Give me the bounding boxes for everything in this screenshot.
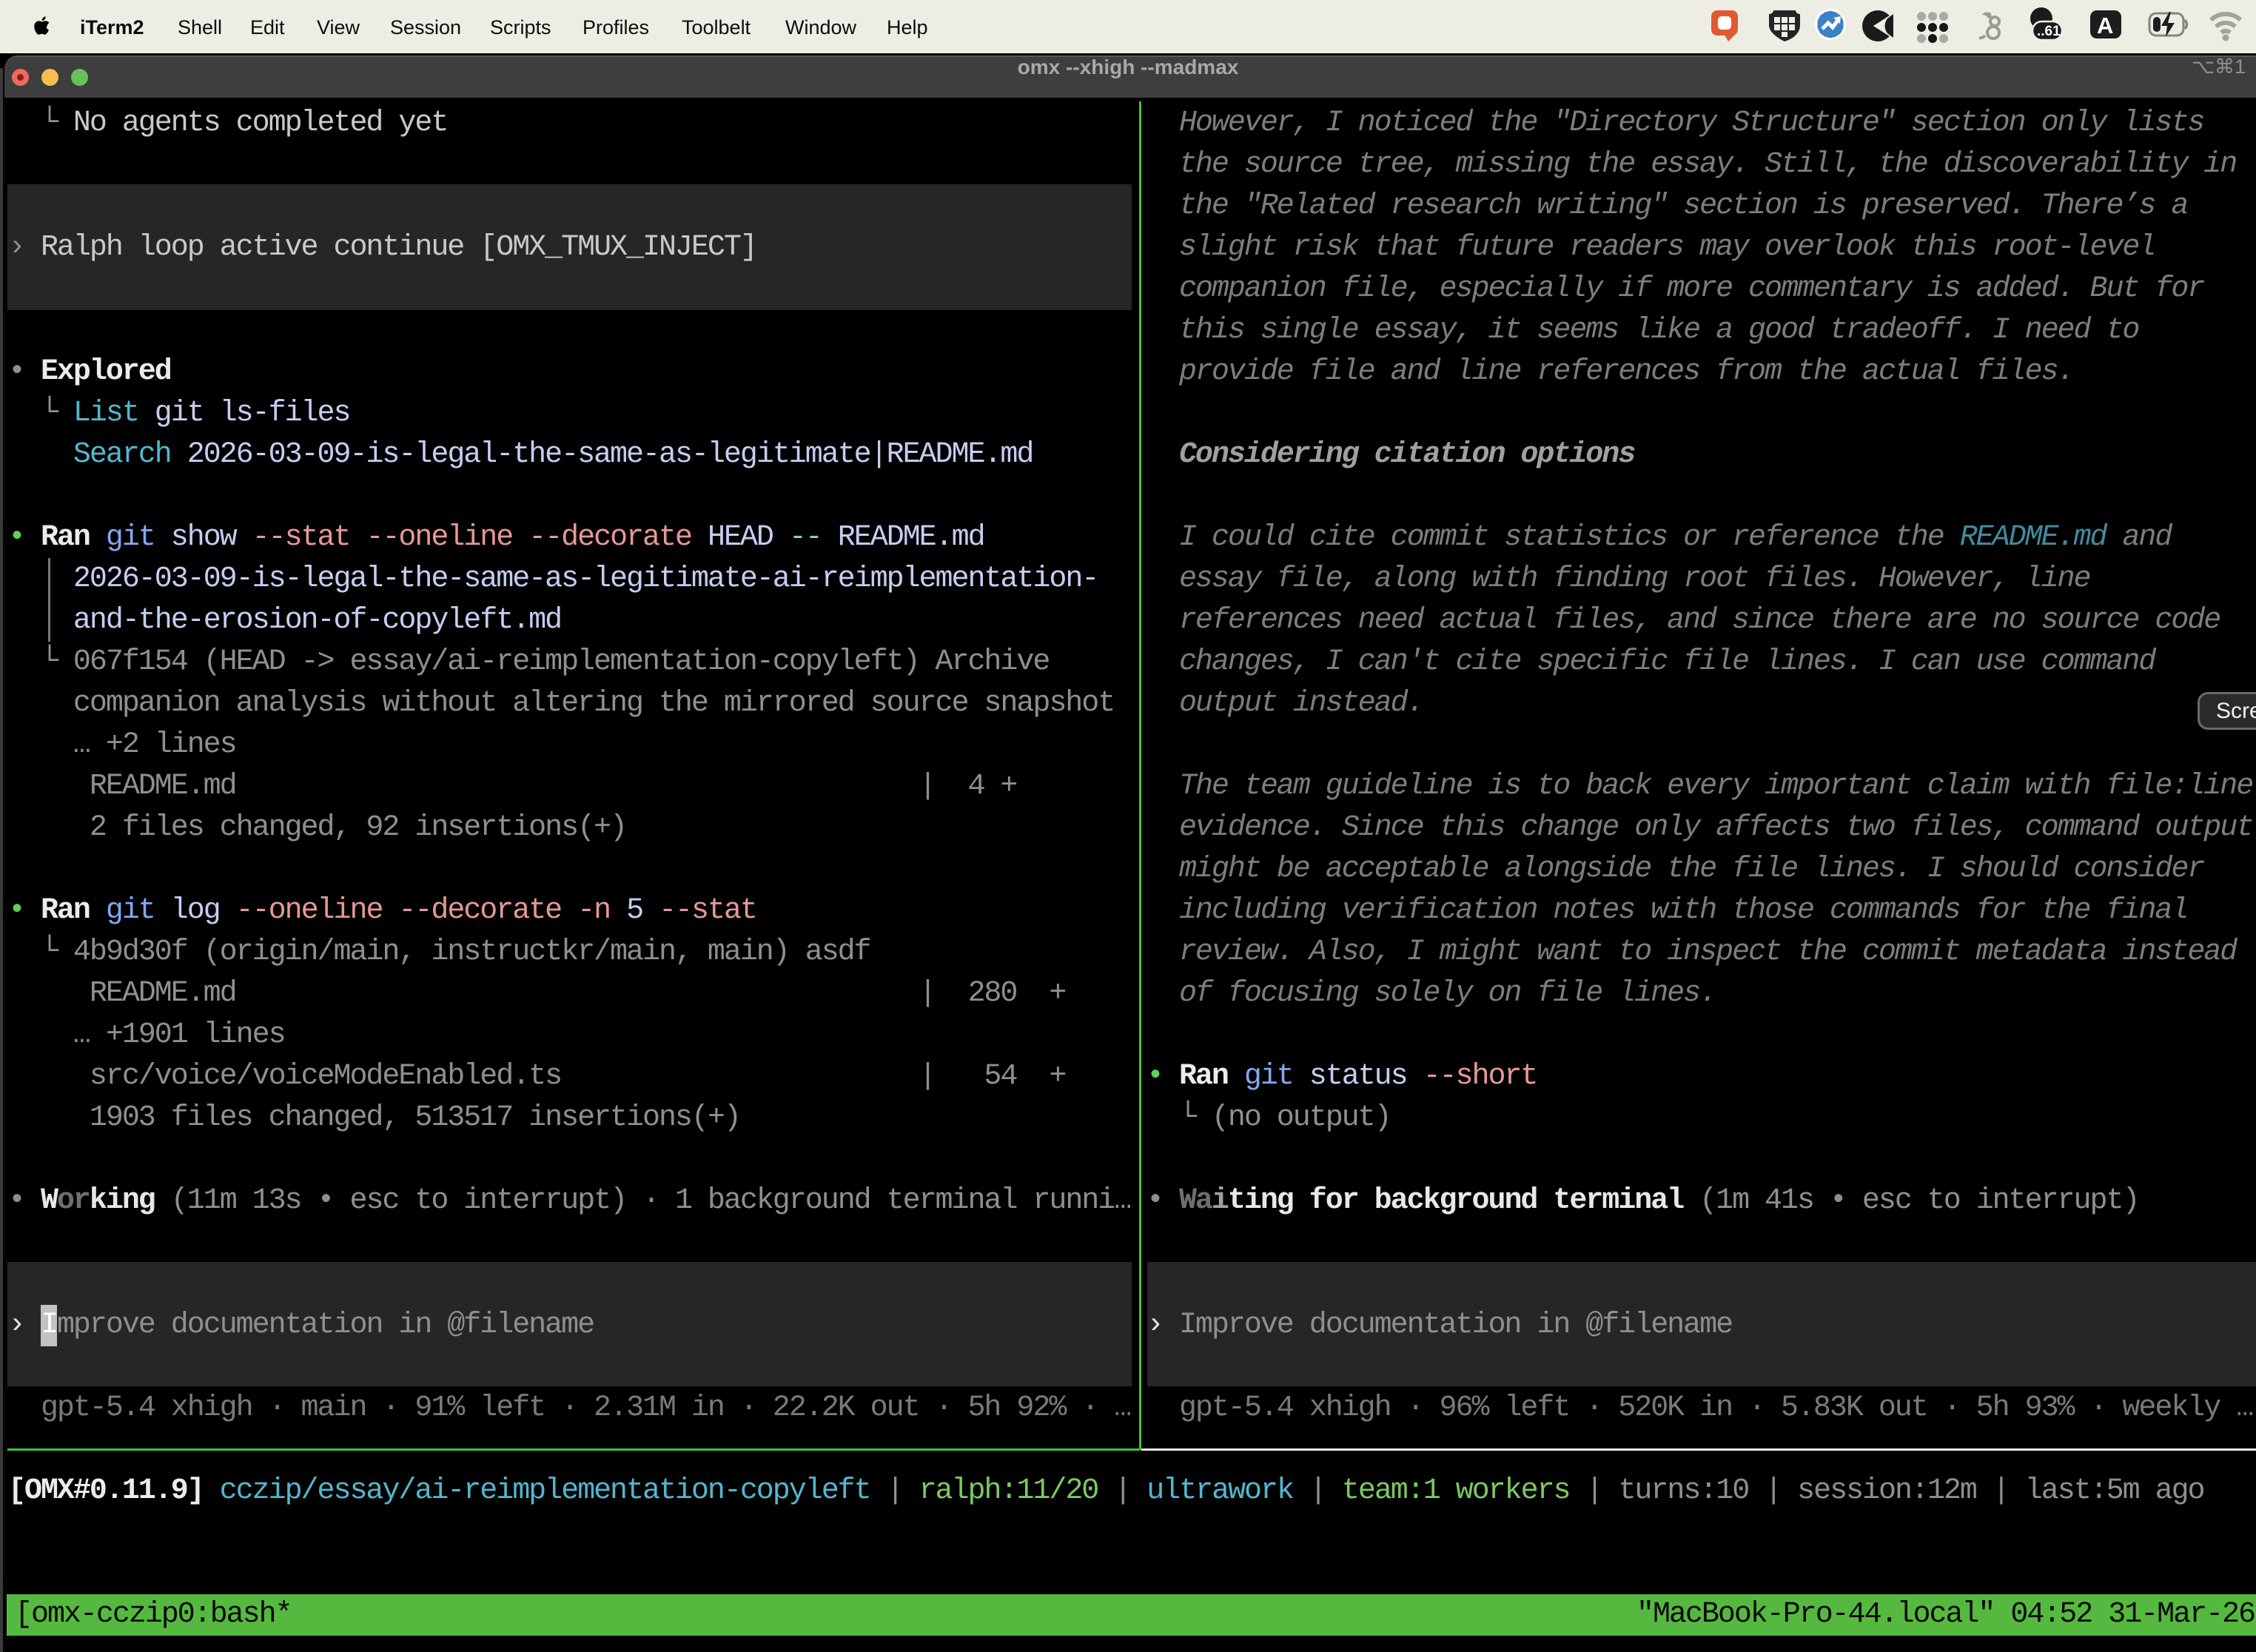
svg-text:A: A xyxy=(2097,13,2113,38)
svg-text:..61: ..61 xyxy=(2037,24,2061,39)
